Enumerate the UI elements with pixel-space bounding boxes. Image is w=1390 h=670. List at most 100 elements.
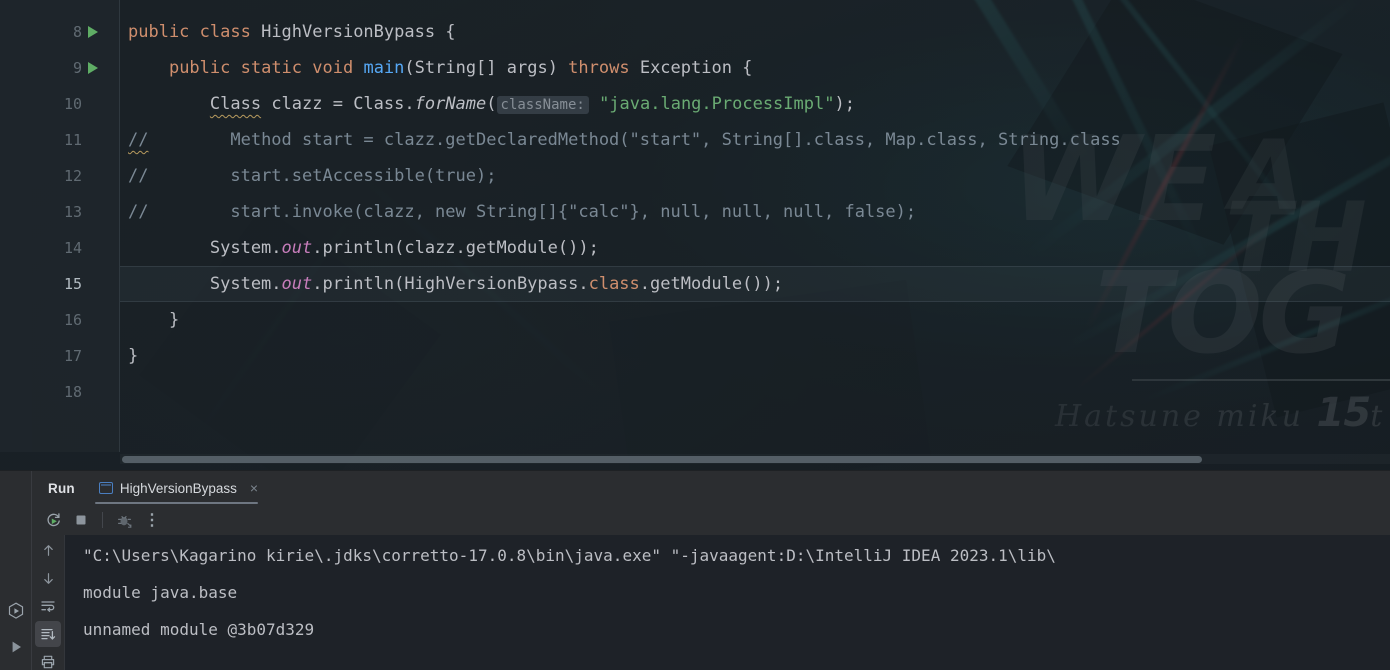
code-token: // bbox=[128, 202, 149, 222]
code-token: } bbox=[128, 310, 180, 330]
editor-code-content[interactable]: public class HighVersionBypass { public … bbox=[120, 0, 1390, 452]
gutter-line[interactable]: 11 bbox=[0, 122, 120, 158]
gutter-line[interactable]: 8 bbox=[0, 14, 120, 50]
more-actions-icon[interactable]: ⋮ bbox=[139, 507, 165, 533]
code-token: "java.lang.ProcessImpl" bbox=[599, 94, 835, 114]
code-token: main bbox=[363, 58, 405, 78]
code-token: out bbox=[281, 274, 313, 294]
code-token: // bbox=[128, 166, 149, 186]
run-tab-highversionbypass[interactable]: HighVersionBypass × bbox=[89, 471, 264, 505]
run-gutter-icon[interactable] bbox=[88, 26, 98, 38]
line-number: 15 bbox=[63, 275, 82, 293]
code-token: HighVersionBypass { bbox=[261, 22, 456, 42]
line-number: 13 bbox=[63, 203, 82, 221]
gutter-line[interactable]: 16 bbox=[0, 302, 120, 338]
run-action-toolbar: ⋮ bbox=[32, 505, 1390, 535]
line-number: 17 bbox=[63, 347, 82, 365]
code-line[interactable]: public static void main(String[] args) t… bbox=[120, 50, 752, 86]
code-line[interactable]: System.out.println(HighVersionBypass.cla… bbox=[120, 266, 1390, 302]
gutter-line[interactable]: 12 bbox=[0, 158, 120, 194]
line-number: 11 bbox=[63, 131, 82, 149]
console-output-line: module java.base bbox=[83, 583, 238, 602]
code-token: start.setAccessible(true); bbox=[148, 166, 497, 186]
gutter-line[interactable]: 10 bbox=[0, 86, 120, 122]
code-token: .getModule()); bbox=[639, 274, 784, 294]
toolbar-separator bbox=[102, 512, 103, 528]
code-token: public bbox=[128, 22, 200, 42]
code-line[interactable]: // start.invoke(clazz, new String[]{"cal… bbox=[120, 194, 916, 230]
code-token: class bbox=[588, 274, 640, 294]
gutter-line[interactable]: 13 bbox=[0, 194, 120, 230]
code-token: void bbox=[312, 58, 364, 78]
code-line[interactable]: } bbox=[120, 338, 138, 374]
line-number: 12 bbox=[63, 167, 82, 185]
scroll-to-end-icon[interactable] bbox=[35, 621, 61, 647]
gutter-line[interactable]: 18 bbox=[0, 374, 120, 410]
stop-icon[interactable] bbox=[68, 507, 94, 533]
gutter-line[interactable]: 15 bbox=[0, 266, 120, 302]
code-token: throws bbox=[568, 58, 640, 78]
arrow-down-icon[interactable] bbox=[35, 565, 61, 591]
editor-horizontal-scrollbar[interactable] bbox=[120, 454, 1390, 464]
code-line[interactable]: } bbox=[120, 302, 179, 338]
code-token: class bbox=[199, 22, 262, 42]
code-token: forName bbox=[414, 94, 487, 114]
soft-wrap-icon[interactable] bbox=[35, 593, 61, 619]
rerun-icon[interactable] bbox=[40, 507, 66, 533]
gutter-line[interactable]: 14 bbox=[0, 230, 120, 266]
code-editor[interactable]: WE A TH TOG Hatsune miku 15t 8 9 10 11 12 13 1… bbox=[0, 0, 1390, 470]
code-token: } bbox=[128, 346, 139, 366]
console-output-line: unnamed module @3b07d329 bbox=[83, 620, 315, 639]
line-number: 9 bbox=[72, 59, 82, 77]
code-token: clazz = Class. bbox=[261, 94, 415, 114]
editor-hscrollbar-thumb[interactable] bbox=[122, 456, 1202, 463]
console-output[interactable]: "C:\Users\Kagarino kirie\.jdks\corretto-… bbox=[64, 535, 1390, 670]
editor-gutter[interactable]: 8 9 10 11 12 13 14 15 16 17 18 bbox=[0, 0, 120, 452]
code-token: out bbox=[281, 238, 313, 258]
code-line[interactable]: System.out.println(clazz.getModule()); bbox=[120, 230, 599, 266]
code-token: start.invoke(clazz, new String[]{"calc"}… bbox=[148, 202, 917, 222]
run-window-header: Run HighVersionBypass × bbox=[32, 471, 1390, 505]
run-tool-window: Run HighVersionBypass × ⋮ "C:\Users\Kaga… bbox=[0, 470, 1390, 670]
code-token: // bbox=[128, 130, 149, 150]
code-token: public bbox=[168, 58, 241, 78]
gutter-line[interactable]: 9 bbox=[0, 50, 120, 86]
line-number: 18 bbox=[63, 383, 82, 401]
code-token: System. bbox=[128, 238, 282, 258]
debug-icon[interactable] bbox=[111, 507, 137, 533]
left-tool-window-bar bbox=[0, 471, 32, 670]
intellij-idea-window: WE A TH TOG Hatsune miku 15t 8 9 10 11 12 13 1… bbox=[0, 0, 1390, 670]
code-line[interactable]: // start.setAccessible(true); bbox=[120, 158, 496, 194]
code-token: .println(clazz.getModule()); bbox=[312, 238, 599, 258]
print-icon[interactable] bbox=[35, 649, 61, 670]
console-side-toolbar bbox=[32, 535, 64, 670]
arrow-up-icon[interactable] bbox=[35, 537, 61, 563]
code-line[interactable]: public class HighVersionBypass { bbox=[120, 14, 456, 50]
code-token: .println(HighVersionBypass. bbox=[312, 274, 589, 294]
run-window-title: Run bbox=[48, 480, 75, 496]
run-tab-label: HighVersionBypass bbox=[119, 480, 237, 496]
code-token: className: bbox=[496, 96, 589, 114]
gutter-line[interactable]: 17 bbox=[0, 338, 120, 374]
code-token: Exception { bbox=[639, 58, 753, 78]
code-token: (String[] args) bbox=[404, 58, 569, 78]
console-output-line: "C:\Users\Kagarino kirie\.jdks\corretto-… bbox=[83, 546, 1056, 565]
run-play-icon[interactable] bbox=[6, 637, 26, 657]
run-hexagon-icon[interactable] bbox=[6, 601, 26, 621]
code-line[interactable]: Class clazz = Class.forName(className: "… bbox=[120, 86, 855, 122]
code-token: Class bbox=[209, 94, 262, 114]
code-token: ( bbox=[486, 94, 497, 114]
code-token: Method start = clazz.getDeclaredMethod("… bbox=[148, 130, 1121, 150]
java-app-icon bbox=[98, 482, 113, 494]
code-token: static bbox=[240, 58, 313, 78]
line-number: 10 bbox=[63, 95, 82, 113]
code-line[interactable] bbox=[120, 374, 128, 410]
run-gutter-icon[interactable] bbox=[88, 62, 98, 74]
code-line[interactable]: // Method start = clazz.getDeclaredMetho… bbox=[120, 122, 1121, 158]
line-number: 8 bbox=[72, 23, 82, 41]
close-icon[interactable]: × bbox=[250, 481, 258, 495]
code-token: ); bbox=[834, 94, 855, 114]
